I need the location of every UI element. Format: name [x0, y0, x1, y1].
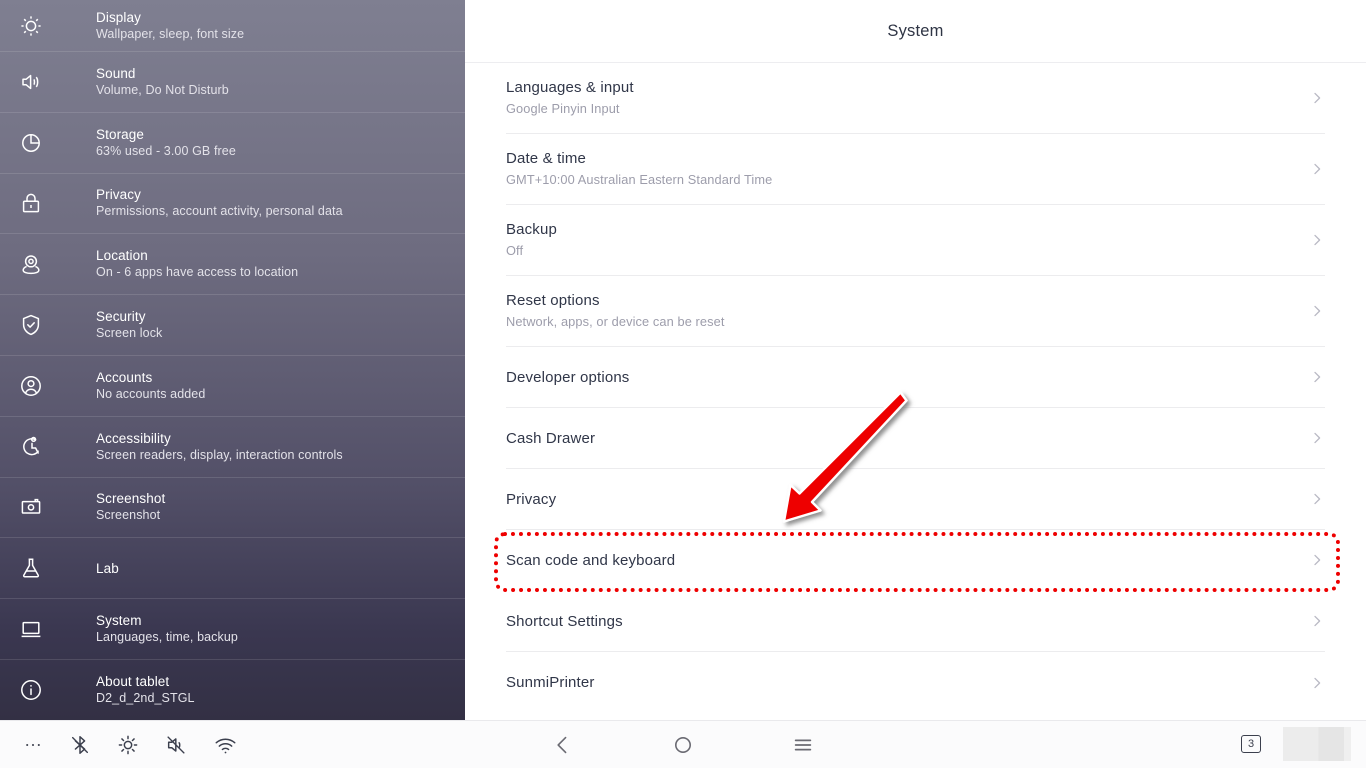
- row-subtitle: Google Pinyin Input: [506, 101, 620, 116]
- sidebar-item-about-tablet[interactable]: About tablet D2_d_2nd_STGL: [0, 660, 465, 720]
- sidebar-item-subtitle: Permissions, account activity, personal …: [96, 204, 343, 219]
- settings-row-cash-drawer[interactable]: Cash Drawer: [506, 408, 1325, 469]
- chevron-right-icon: [1309, 90, 1325, 106]
- row-subtitle: Network, apps, or device can be reset: [506, 314, 725, 329]
- menu-icon[interactable]: [787, 721, 819, 768]
- panel-header: System: [465, 0, 1366, 63]
- settings-row-backup[interactable]: Backup Off: [506, 205, 1325, 276]
- sidebar-item-subtitle: Screen readers, display, interaction con…: [96, 447, 343, 462]
- sidebar-item-title: Sound: [96, 65, 136, 81]
- chevron-right-icon: [1309, 161, 1325, 177]
- sidebar-item-subtitle: Screenshot: [96, 508, 161, 523]
- location-pin-icon: [0, 252, 62, 276]
- sidebar-item-security[interactable]: Security Screen lock: [0, 295, 465, 356]
- chevron-right-icon: [1309, 491, 1325, 507]
- settings-row-date-time[interactable]: Date & time GMT+10:00 Australian Eastern…: [506, 134, 1325, 205]
- sidebar-item-subtitle: 63% used - 3.00 GB free: [96, 143, 236, 158]
- shield-icon: [0, 313, 62, 337]
- chevron-right-icon: [1309, 232, 1325, 248]
- sidebar-item-subtitle: No accounts added: [96, 386, 206, 401]
- settings-detail-panel: System Languages & input Google Pinyin I…: [465, 0, 1366, 720]
- page-title: System: [887, 21, 944, 40]
- row-title: Languages & input: [506, 79, 634, 96]
- settings-sidebar: Display Wallpaper, sleep, font size Soun…: [0, 0, 465, 720]
- sidebar-item-title: Display: [96, 9, 141, 25]
- home-icon[interactable]: [667, 721, 699, 768]
- chevron-right-icon: [1309, 675, 1325, 691]
- volume-mute-icon[interactable]: [161, 721, 191, 768]
- row-title: Privacy: [506, 490, 557, 508]
- row-title: Date & time: [506, 150, 587, 167]
- sidebar-item-subtitle: Languages, time, backup: [96, 630, 238, 645]
- flask-icon: [0, 556, 62, 580]
- sidebar-item-title: Privacy: [96, 187, 141, 203]
- sidebar-item-subtitle: On - 6 apps have access to location: [96, 265, 299, 280]
- sidebar-item-accessibility[interactable]: Accessibility Screen readers, display, i…: [0, 417, 465, 478]
- wifi-icon[interactable]: [209, 721, 241, 768]
- recent-apps-count-badge[interactable]: 3: [1241, 735, 1261, 753]
- system-navigation-bar: [0, 720, 1366, 768]
- sidebar-item-subtitle: Screen lock: [96, 326, 163, 341]
- chevron-right-icon: [1309, 369, 1325, 385]
- chevron-right-icon: [1309, 303, 1325, 319]
- back-icon[interactable]: [547, 721, 579, 768]
- sidebar-item-title: Security: [96, 309, 146, 325]
- settings-row-privacy[interactable]: Privacy: [506, 469, 1325, 530]
- sidebar-item-subtitle: Wallpaper, sleep, font size: [96, 26, 245, 41]
- settings-row-sunmiprinter[interactable]: SunmiPrinter: [506, 652, 1325, 713]
- accessibility-icon: [0, 435, 62, 459]
- row-title: SunmiPrinter: [506, 674, 595, 691]
- settings-row-languages-input[interactable]: Languages & input Google Pinyin Input: [506, 63, 1325, 134]
- sidebar-item-screenshot[interactable]: Screenshot Screenshot: [0, 478, 465, 539]
- sidebar-item-sound[interactable]: Sound Volume, Do Not Disturb: [0, 52, 465, 113]
- row-title: Scan code and keyboard: [506, 551, 676, 569]
- sidebar-item-title: System: [96, 613, 142, 629]
- settings-row-shortcut-settings[interactable]: Shortcut Settings: [506, 591, 1325, 652]
- account-icon: [0, 374, 62, 398]
- sidebar-item-lab[interactable]: Lab: [0, 538, 465, 600]
- monitor-icon: [0, 617, 62, 641]
- chevron-right-icon: [1309, 613, 1325, 629]
- sidebar-item-privacy[interactable]: Privacy Permissions, account activity, p…: [0, 174, 465, 235]
- sidebar-item-title: Screenshot: [96, 491, 166, 507]
- sidebar-item-title: Lab: [96, 560, 119, 576]
- info-icon: [0, 678, 62, 702]
- row-title: Shortcut Settings: [506, 612, 623, 630]
- overflow-dots-icon[interactable]: [18, 721, 48, 768]
- row-title: Reset options: [506, 292, 600, 309]
- sidebar-item-location[interactable]: Location On - 6 apps have access to loca…: [0, 234, 465, 296]
- sidebar-item-subtitle: Volume, Do Not Disturb: [96, 82, 229, 97]
- sidebar-item-title: Accounts: [96, 369, 153, 385]
- row-subtitle: Off: [506, 243, 524, 258]
- row-title: Cash Drawer: [506, 429, 596, 447]
- settings-row-reset-options[interactable]: Reset options Network, apps, or device c…: [506, 276, 1325, 347]
- brightness-icon[interactable]: [113, 721, 143, 768]
- brightness-icon: [0, 14, 62, 38]
- settings-row-developer-options[interactable]: Developer options: [506, 347, 1325, 408]
- row-title: Backup: [506, 221, 557, 238]
- settings-list: Languages & input Google Pinyin Input Da…: [465, 63, 1366, 713]
- bluetooth-off-icon[interactable]: [65, 721, 95, 768]
- settings-screen: Display Wallpaper, sleep, font size Soun…: [0, 0, 1366, 768]
- sidebar-item-subtitle: D2_d_2nd_STGL: [96, 691, 195, 706]
- sidebar-item-title: Accessibility: [96, 430, 171, 446]
- sidebar-item-system[interactable]: System Languages, time, backup: [0, 599, 465, 660]
- sidebar-item-title: Storage: [96, 126, 144, 142]
- status-area-block[interactable]: [1283, 727, 1351, 761]
- storage-icon: [0, 131, 62, 155]
- lock-icon: [0, 191, 62, 215]
- sidebar-item-storage[interactable]: Storage 63% used - 3.00 GB free: [0, 113, 465, 174]
- camera-icon: [0, 495, 62, 519]
- sound-icon: [0, 70, 62, 94]
- row-title: Developer options: [506, 368, 630, 386]
- row-subtitle: GMT+10:00 Australian Eastern Standard Ti…: [506, 172, 773, 187]
- sidebar-item-display[interactable]: Display Wallpaper, sleep, font size: [0, 0, 465, 52]
- chevron-right-icon: [1309, 552, 1325, 568]
- sidebar-item-title: Location: [96, 248, 148, 264]
- chevron-right-icon: [1309, 430, 1325, 446]
- sidebar-item-title: About tablet: [96, 674, 170, 690]
- sidebar-item-accounts[interactable]: Accounts No accounts added: [0, 356, 465, 417]
- settings-row-scan-code-and-keyboard[interactable]: Scan code and keyboard: [506, 530, 1325, 591]
